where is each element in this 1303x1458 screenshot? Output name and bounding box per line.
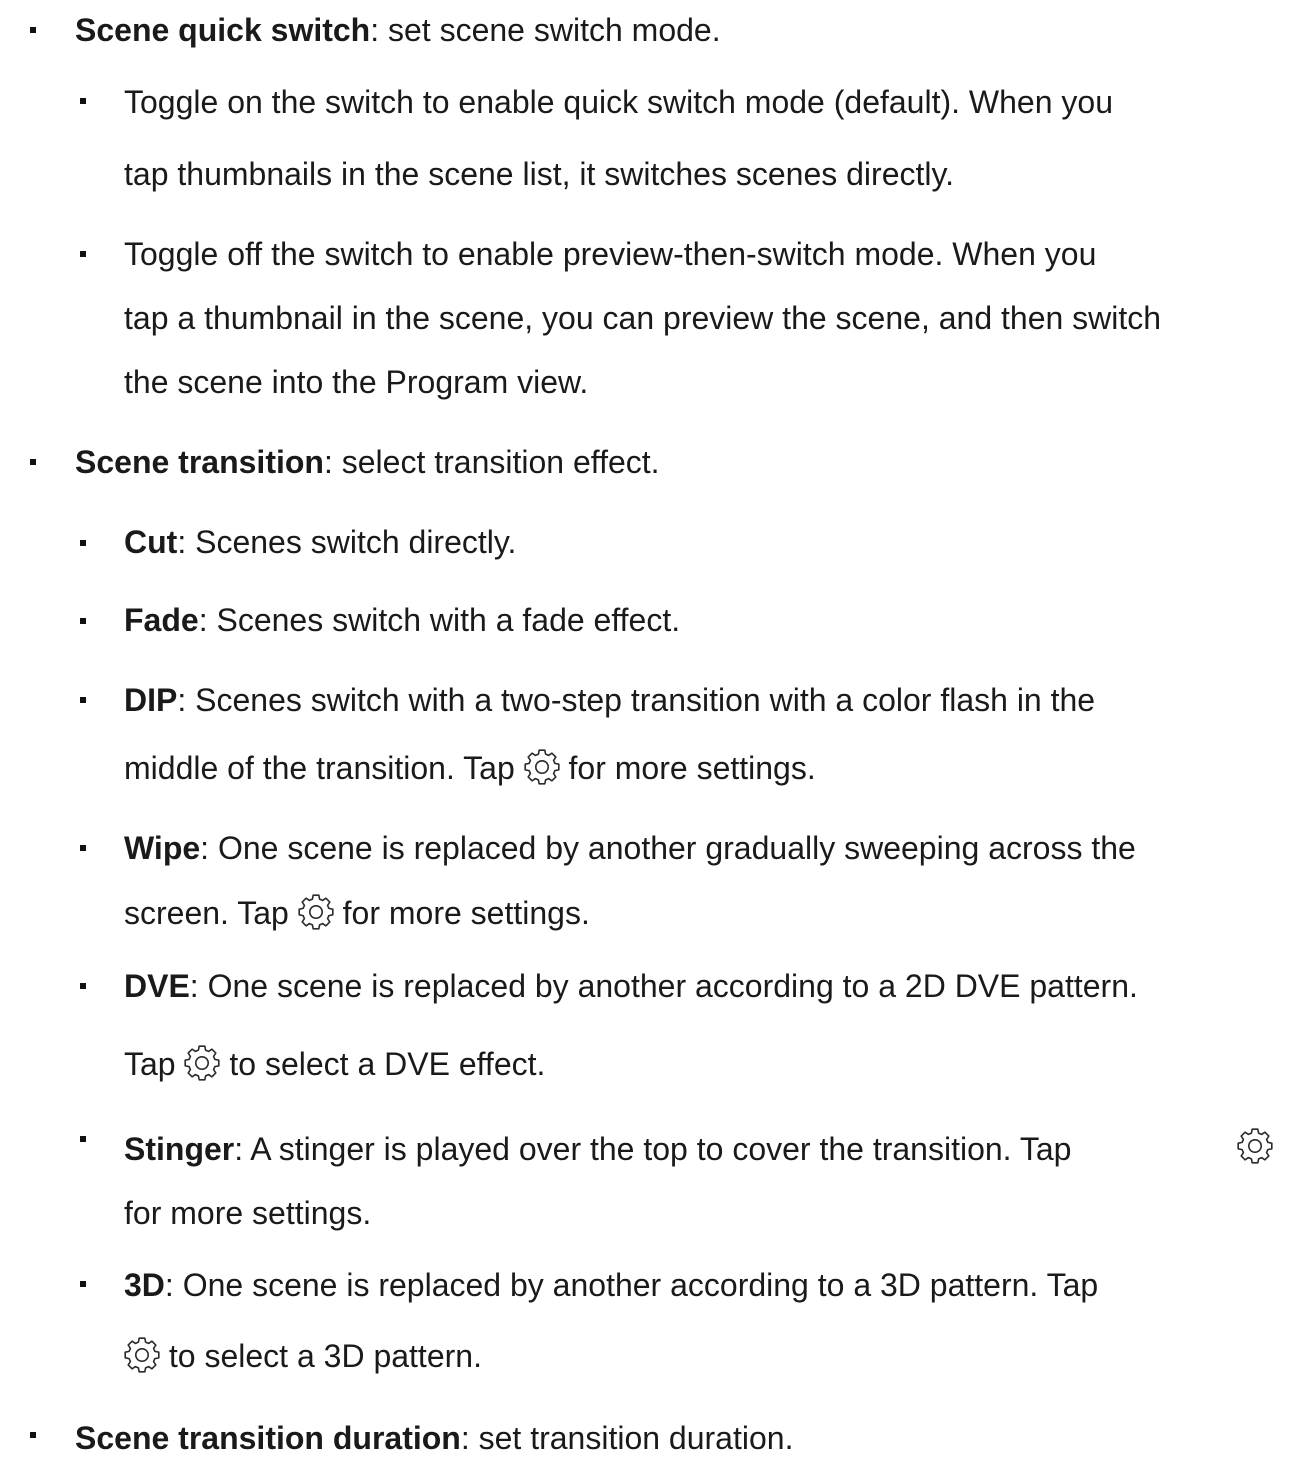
bullet-icon (80, 251, 86, 257)
list-item-scene-quick-switch: Scene quick switch: set scene switch mod… (75, 10, 721, 50)
sub-item-dip-line2: middle of the transition. Tap for more s… (124, 748, 816, 788)
dip-line2-after: for more settings. (559, 750, 816, 786)
bullet-icon (80, 540, 86, 546)
desc-cut: : Scenes switch directly. (177, 524, 517, 560)
term-wipe: Wipe (124, 830, 201, 866)
sub-item-toggle-on-line1: Toggle on the switch to enable quick swi… (124, 84, 1113, 120)
gear-icon (124, 1337, 160, 1373)
sub-item-wipe-line2: screen. Tap for more settings. (124, 893, 590, 933)
gear-icon (298, 894, 334, 930)
desc-scene-transition: : select transition effect. (323, 444, 660, 480)
term-stinger: Stinger (124, 1131, 235, 1167)
sub-item-dve: DVE: One scene is replaced by another ac… (124, 966, 1138, 1006)
desc-stinger: : A stinger is played over the top to co… (234, 1131, 1072, 1167)
sub-item-3d: 3D: One scene is replaced by another acc… (124, 1265, 1098, 1305)
desc-wipe: : One scene is replaced by another gradu… (200, 830, 1136, 866)
desc-scene-quick-switch: : set scene switch mode. (370, 12, 721, 48)
term-scene-transition-duration: Scene transition duration (75, 1420, 461, 1456)
list-item-scene-transition-duration: Scene transition duration: set transitio… (75, 1418, 793, 1458)
sub-item-toggle-off-line2: tap a thumbnail in the scene, you can pr… (124, 300, 1162, 336)
bullet-icon (30, 459, 36, 465)
sub-item-wipe: Wipe: One scene is replaced by another g… (124, 828, 1136, 868)
desc-dve: : One scene is replaced by another accor… (189, 968, 1138, 1004)
sub-item-stinger-line2: for more settings. (124, 1195, 372, 1231)
dip-line2-before: middle of the transition. Tap (124, 750, 524, 786)
term-3d: 3D (124, 1267, 165, 1303)
gear-icon (1237, 1128, 1273, 1164)
bullet-icon (80, 1136, 86, 1142)
desc-fade: : Scenes switch with a fade effect. (198, 602, 681, 638)
sub-item-cut: Cut: Scenes switch directly. (124, 522, 516, 562)
term-dve: DVE (124, 968, 190, 1004)
sub-item-dip: DIP: Scenes switch with a two-step trans… (124, 680, 1095, 720)
three-d-line2-after: to select a 3D pattern. (160, 1338, 482, 1374)
sub-item-toggle-off-line1: Toggle off the switch to enable preview-… (124, 236, 1097, 272)
bullet-icon (30, 1432, 36, 1438)
dve-line2-after: to select a DVE effect. (220, 1046, 546, 1082)
list-item-scene-transition: Scene transition: select transition effe… (75, 442, 660, 482)
bullet-icon (80, 845, 86, 851)
gear-icon (184, 1045, 221, 1081)
term-scene-quick-switch: Scene quick switch (75, 12, 371, 48)
bullet-icon (80, 697, 86, 703)
sub-item-stinger: Stinger: A stinger is played over the to… (124, 1129, 1071, 1169)
gear-icon (524, 749, 560, 785)
bullet-icon (80, 98, 86, 104)
bullet-icon (30, 27, 36, 33)
bullet-icon (80, 983, 86, 989)
bullet-icon (80, 1281, 86, 1287)
sub-item-fade: Fade: Scenes switch with a fade effect. (124, 600, 680, 640)
wipe-line2-after: for more settings. (333, 895, 590, 931)
wipe-line2-before: screen. Tap (124, 895, 298, 931)
desc-dip: : Scenes switch with a two-step transiti… (177, 682, 1096, 718)
sub-item-dve-line2: Tap to select a DVE effect. (124, 1044, 545, 1084)
desc-3d: : One scene is replaced by another accor… (164, 1267, 1099, 1303)
bullet-icon (80, 618, 86, 624)
term-dip: DIP (124, 682, 178, 718)
desc-scene-transition-duration: : set transition duration. (460, 1420, 794, 1456)
term-cut: Cut (124, 524, 178, 560)
term-scene-transition: Scene transition (75, 444, 324, 480)
sub-item-toggle-off-line3: the scene into the Program view. (124, 364, 589, 400)
sub-item-toggle-on-line2: tap thumbnails in the scene list, it swi… (124, 156, 954, 192)
dve-line2-before: Tap (124, 1046, 185, 1082)
sub-item-3d-line2: to select a 3D pattern. (124, 1336, 482, 1376)
term-fade: Fade (124, 602, 199, 638)
